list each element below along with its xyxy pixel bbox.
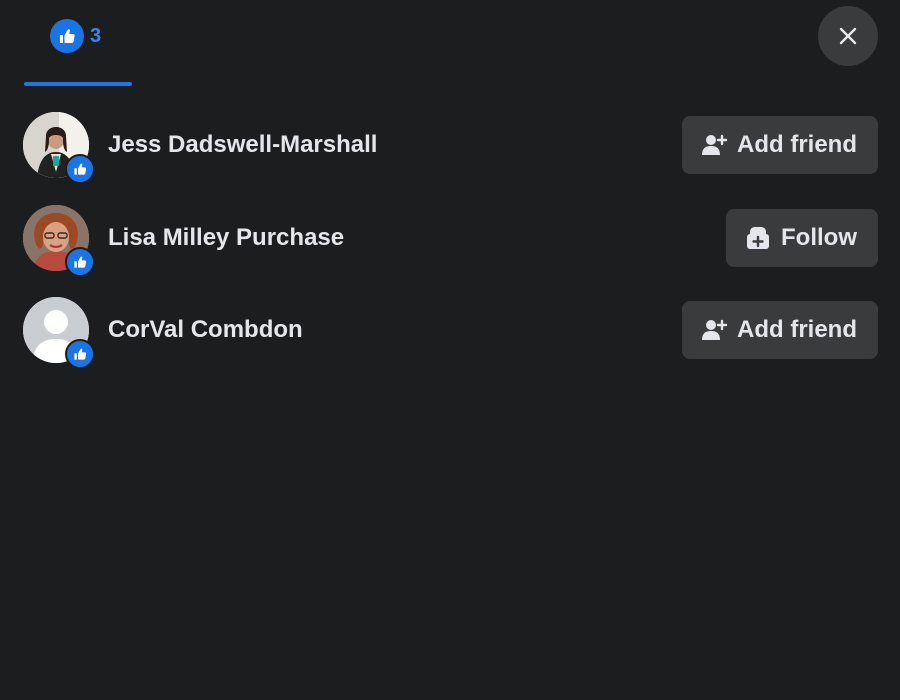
avatar-wrap[interactable] bbox=[23, 205, 95, 277]
add-friend-button[interactable]: Add friend bbox=[682, 116, 878, 174]
add-friend-label: Add friend bbox=[737, 131, 857, 158]
like-icon bbox=[65, 339, 95, 369]
follow-button[interactable]: Follow bbox=[726, 209, 878, 267]
reaction-tabs: 3 bbox=[24, 0, 132, 88]
reactions-dialog: 3 Jess Dadswell-Marshall Add friend Lisa… bbox=[0, 0, 900, 700]
tab-count: 3 bbox=[90, 25, 102, 47]
add-friend-icon bbox=[700, 131, 728, 159]
follow-label: Follow bbox=[781, 224, 857, 251]
close-icon bbox=[836, 24, 860, 48]
like-icon bbox=[50, 19, 84, 53]
add-friend-icon bbox=[700, 316, 728, 344]
avatar-wrap[interactable] bbox=[23, 297, 95, 369]
list-item: Lisa Milley Purchase Follow bbox=[0, 185, 900, 277]
list-item: CorVal Combdon Add friend bbox=[0, 277, 900, 369]
tab-all-likes[interactable]: 3 bbox=[24, 0, 132, 86]
close-button[interactable] bbox=[818, 6, 878, 66]
add-friend-button[interactable]: Add friend bbox=[682, 301, 878, 359]
person-name[interactable]: Lisa Milley Purchase bbox=[108, 224, 344, 252]
like-icon bbox=[65, 247, 95, 277]
person-name[interactable]: Jess Dadswell-Marshall bbox=[108, 131, 377, 159]
active-tab-indicator bbox=[24, 82, 132, 86]
person-name[interactable]: CorVal Combdon bbox=[108, 316, 303, 344]
add-friend-label: Add friend bbox=[737, 316, 857, 343]
list-item: Jess Dadswell-Marshall Add friend bbox=[0, 92, 900, 184]
avatar-wrap[interactable] bbox=[23, 112, 95, 184]
like-icon bbox=[65, 154, 95, 184]
follow-icon bbox=[744, 224, 772, 252]
